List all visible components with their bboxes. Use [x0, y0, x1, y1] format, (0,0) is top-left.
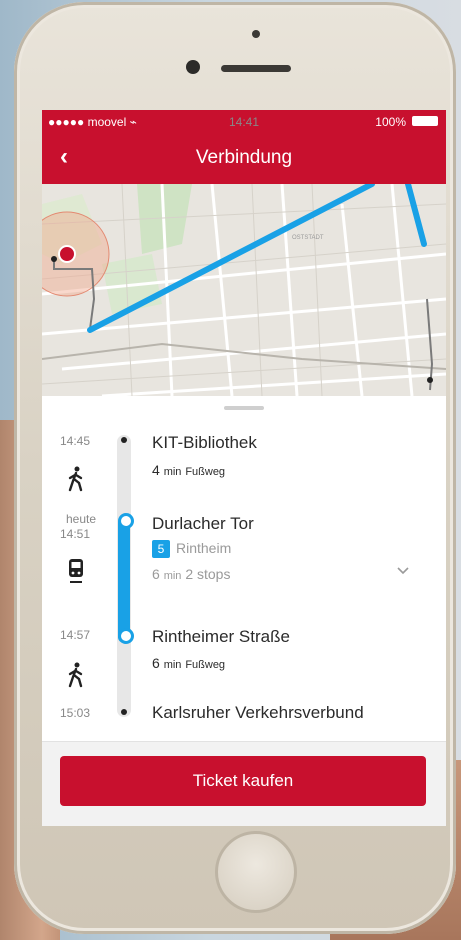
sensor — [252, 30, 260, 38]
walk-label: Fußweg — [185, 466, 226, 478]
map-canvas: OSTSTADT — [42, 184, 446, 396]
walk-label: Fußweg — [185, 659, 226, 671]
walking-icon — [68, 466, 83, 492]
walk-unit: min — [163, 466, 182, 478]
drag-handle[interactable] — [224, 406, 264, 410]
district-label: OSTSTADT — [292, 235, 324, 241]
walk-minutes: 6 — [152, 655, 160, 671]
stop-name: KIT-Bibliothek — [152, 433, 257, 452]
ride-info: 6 min 2 stops — [152, 566, 230, 582]
stop-ring — [118, 628, 134, 644]
front-camera — [186, 60, 200, 74]
ride-unit: min — [163, 570, 182, 582]
app-screen: ●●●●● moovel ⌁ 14:41 100% ‹ Verbindung O… — [42, 110, 446, 826]
route-map[interactable]: OSTSTADT — [42, 184, 446, 396]
walk-minutes: 4 — [152, 462, 160, 478]
battery-percent: 100% — [375, 115, 406, 129]
line-badge: 5 — [152, 540, 170, 558]
page-title: Verbindung — [195, 147, 293, 168]
status-bar: ●●●●● moovel ⌁ 14:41 100% — [42, 110, 446, 132]
earpiece-speaker — [221, 65, 291, 72]
battery-icon — [412, 116, 438, 126]
ride-minutes: 6 — [152, 566, 160, 582]
time-prefix: heute — [66, 512, 97, 526]
departure-time: 14:51 — [60, 527, 91, 541]
stop-name: Rintheimer Straße — [152, 627, 290, 646]
home-button[interactable] — [215, 831, 297, 913]
walk-info: 6 min Fußweg — [152, 655, 225, 671]
stop-dot — [121, 709, 127, 715]
buy-ticket-button[interactable]: Ticket kaufen — [60, 756, 426, 806]
chevron-down-icon[interactable] — [396, 566, 410, 576]
walking-icon — [68, 662, 83, 688]
stop-ring — [118, 513, 134, 529]
stop-count: 2 stops — [185, 566, 231, 582]
stop-name: Karlsruher Verkehrsverbund — [152, 703, 364, 722]
transit-segment — [118, 517, 130, 643]
walk-unit: min — [163, 659, 182, 671]
navigation-bar: ‹ Verbindung — [42, 132, 446, 184]
tram-icon — [69, 559, 83, 583]
arrival-time: 15:03 — [60, 706, 91, 720]
walk-info: 4 min Fußweg — [152, 462, 225, 478]
stop-name: Durlacher Tor — [152, 514, 254, 533]
stop-dot — [121, 437, 127, 443]
departure-time: 14:45 — [60, 434, 91, 448]
line-info: 5 Rintheim — [152, 540, 231, 558]
line-direction: Rintheim — [176, 540, 232, 556]
departure-time: 14:57 — [60, 628, 91, 642]
